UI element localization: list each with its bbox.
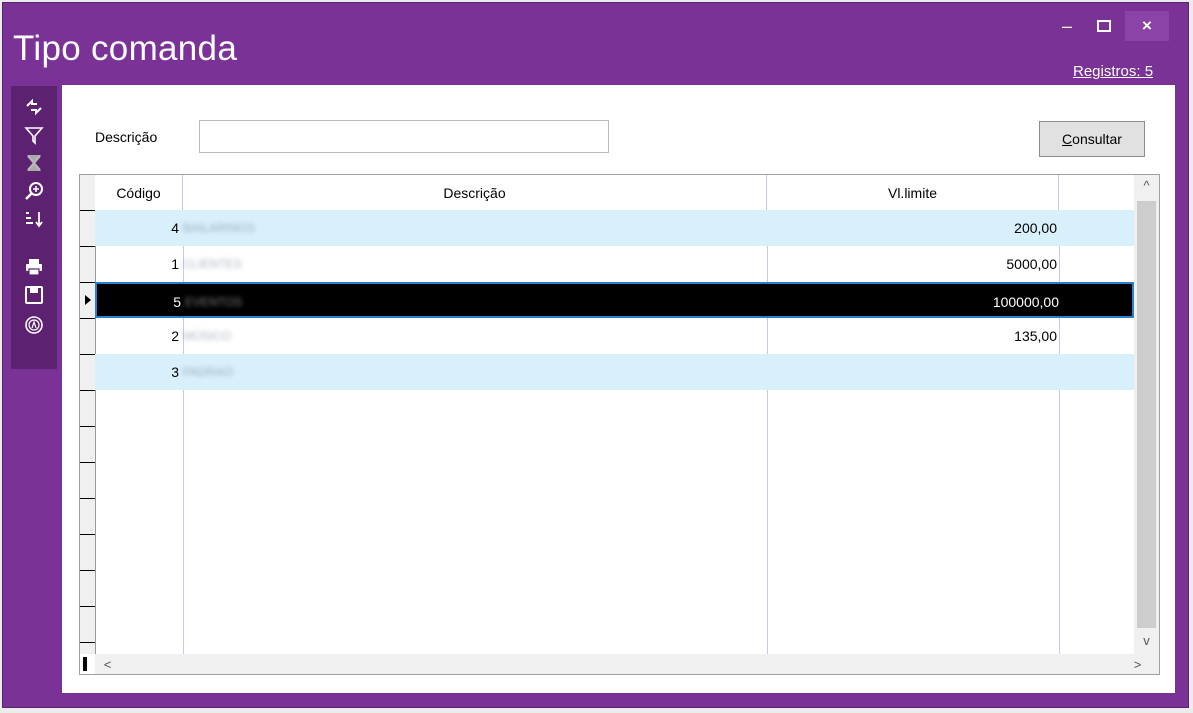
table-cell-descricao-text: BAILARINOS — [183, 221, 256, 235]
table-cell-codigo: 1 — [95, 246, 179, 282]
table-cell-codigo: 2 — [95, 318, 179, 354]
records-count-link[interactable]: Registros: 5 — [1073, 63, 1153, 80]
table-cell-codigo-text: 5 — [173, 294, 181, 310]
sort-icon[interactable] — [20, 206, 48, 232]
table-cell-codigo-text: 1 — [171, 256, 179, 272]
column-header-codigo[interactable]: Código — [95, 175, 183, 210]
table-cell-descricao: BAILARINOS — [183, 210, 763, 246]
table-cell-limite-text: 135,00 — [1014, 328, 1057, 344]
description-search-input[interactable] — [199, 120, 609, 153]
ai-icon[interactable] — [20, 312, 48, 338]
row-header-divider — [80, 642, 95, 643]
content-panel: Descrição Consultar Código Descrição Vl.… — [62, 85, 1175, 693]
table-row[interactable]: 2 MÚSICO 135,00 — [95, 318, 1134, 354]
vertical-scrollbar[interactable]: ^ v — [1134, 175, 1159, 654]
data-grid: Código Descrição Vl.limite 4 BAILARINOS 20… — [79, 174, 1160, 675]
row-header-divider — [80, 570, 95, 571]
table-cell-codigo: 3 — [95, 354, 179, 390]
maximize-button[interactable] — [1085, 11, 1123, 41]
scroll-right-icon[interactable]: > — [1125, 654, 1150, 674]
maximize-icon — [1097, 20, 1111, 32]
scroll-down-icon[interactable]: v — [1134, 630, 1159, 650]
close-button[interactable]: × — [1125, 11, 1169, 41]
row-header-divider — [80, 282, 95, 283]
table-cell-codigo-text: 4 — [171, 220, 179, 236]
table-cell-descricao-text: MÚSICO — [183, 329, 231, 343]
consultar-label: onsultar — [1072, 131, 1122, 147]
row-header-divider — [80, 390, 95, 391]
consultar-mnemonic: C — [1062, 131, 1073, 147]
table-cell-limite: 100000,00 — [769, 284, 1059, 320]
table-cell-descricao: MÚSICO — [183, 318, 763, 354]
column-header-limite[interactable]: Vl.limite — [767, 175, 1059, 210]
table-cell-limite: 200,00 — [767, 210, 1057, 246]
zoom-icon[interactable] — [20, 178, 48, 204]
side-toolbar — [11, 86, 57, 369]
filter-icon[interactable] — [20, 122, 48, 148]
print-icon[interactable] — [20, 254, 48, 280]
scroll-left-icon[interactable]: < — [95, 654, 120, 674]
row-header-divider — [80, 462, 95, 463]
table-row[interactable]: 3 PADRAO — [95, 354, 1134, 390]
table-cell-codigo-text: 3 — [171, 364, 179, 380]
refresh-icon[interactable] — [20, 94, 48, 120]
table-cell-codigo: 4 — [95, 210, 179, 246]
row-header-divider — [80, 354, 95, 355]
table-cell-descricao: EVENTOS — [185, 284, 765, 320]
table-cell-descricao: PADRAO — [183, 354, 763, 390]
table-cell-descricao: CLIENTES — [183, 246, 763, 282]
table-cell-limite: 135,00 — [767, 318, 1057, 354]
row-header-divider — [80, 498, 95, 499]
table-row[interactable]: 5 EVENTOS 100000,00 — [95, 282, 1134, 318]
grid-corner — [80, 654, 95, 674]
table-cell-limite-text: 200,00 — [1014, 220, 1057, 236]
scroll-up-icon[interactable]: ^ — [1134, 175, 1159, 195]
column-header-descricao[interactable]: Descrição — [183, 175, 767, 210]
save-icon[interactable] — [20, 282, 48, 308]
row-header-divider — [80, 246, 95, 247]
table-row[interactable]: 1 CLIENTES 5000,00 — [95, 246, 1134, 282]
table-cell-limite-text: 5000,00 — [1006, 256, 1057, 272]
table-cell-limite — [767, 354, 1057, 390]
row-header-divider — [80, 210, 95, 211]
table-cell-codigo: 5 — [97, 284, 181, 320]
table-cell-limite-text: 100000,00 — [992, 294, 1059, 310]
consultar-button[interactable]: Consultar — [1039, 121, 1145, 157]
table-cell-descricao-text: PADRAO — [183, 365, 233, 379]
table-cell-descricao-text: CLIENTES — [183, 257, 242, 271]
row-header-divider — [80, 318, 95, 319]
window-title: Tipo comanda — [13, 29, 238, 68]
row-header — [80, 175, 96, 654]
clear-filter-icon[interactable] — [20, 150, 48, 176]
description-label: Descrição — [95, 129, 158, 145]
table-cell-limite: 5000,00 — [767, 246, 1057, 282]
grid-corner-marker — [83, 657, 87, 671]
row-header-divider — [80, 534, 95, 535]
horizontal-scrollbar[interactable]: < > — [95, 654, 1159, 674]
table-row[interactable]: 4 BAILARINOS 200,00 — [95, 210, 1134, 246]
row-header-divider — [80, 426, 95, 427]
vertical-scroll-thumb[interactable] — [1137, 201, 1156, 628]
minimize-button[interactable]: – — [1049, 11, 1085, 41]
current-row-indicator-icon — [85, 295, 91, 305]
column-header: Código Descrição Vl.limite — [95, 175, 1143, 211]
table-cell-descricao-text: EVENTOS — [185, 295, 243, 309]
row-header-divider — [80, 606, 95, 607]
main-window: Tipo comanda – × Registros: 5 Descrição … — [2, 2, 1189, 708]
table-cell-codigo-text: 2 — [171, 328, 179, 344]
